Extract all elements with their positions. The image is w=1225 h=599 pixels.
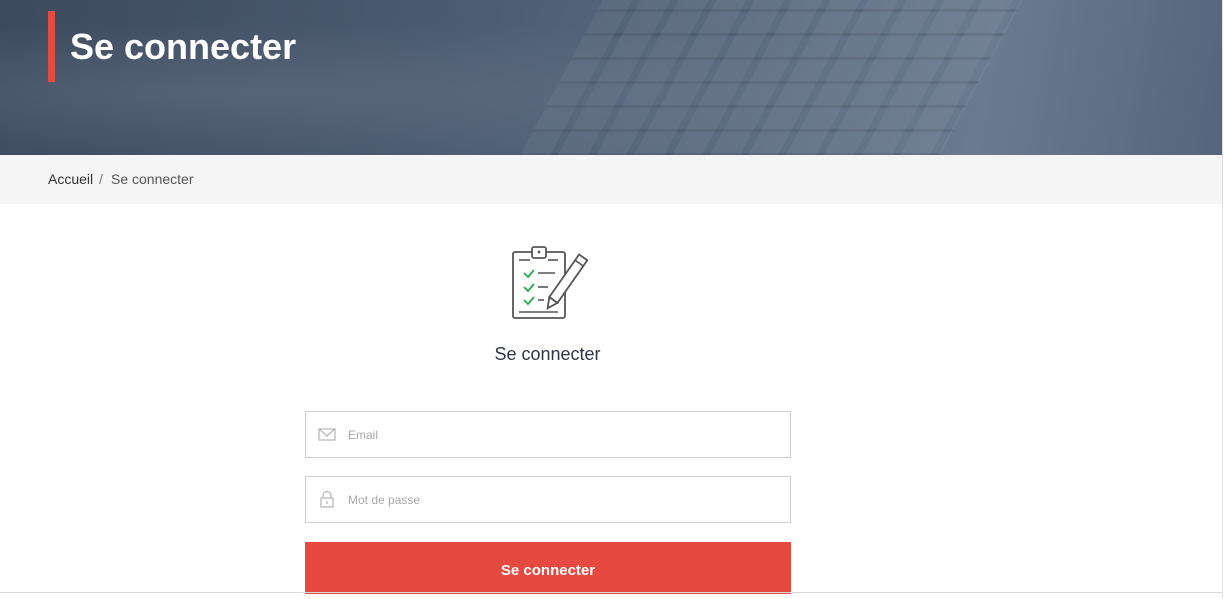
login-submit-button[interactable]: Se connecter <box>305 542 791 594</box>
breadcrumb-separator: / <box>99 171 103 187</box>
breadcrumb: Accueil / Se connecter <box>0 155 1222 204</box>
page-bottom-divider <box>0 592 1225 593</box>
login-form-title: Se connecter <box>494 344 601 364</box>
lock-icon <box>318 490 336 508</box>
envelope-icon <box>318 425 336 443</box>
clipboard-checklist-icon <box>508 244 589 322</box>
page-header-banner: Se connecter <box>0 0 1222 155</box>
page-title: Se connecter <box>70 26 297 67</box>
email-field[interactable] <box>305 411 791 458</box>
password-input[interactable] <box>348 477 778 522</box>
breadcrumb-current: Se connecter <box>111 171 194 187</box>
breadcrumb-home-link[interactable]: Accueil <box>48 171 93 187</box>
password-field[interactable] <box>305 476 791 523</box>
title-accent-bar <box>48 11 55 82</box>
email-input[interactable] <box>348 412 778 457</box>
